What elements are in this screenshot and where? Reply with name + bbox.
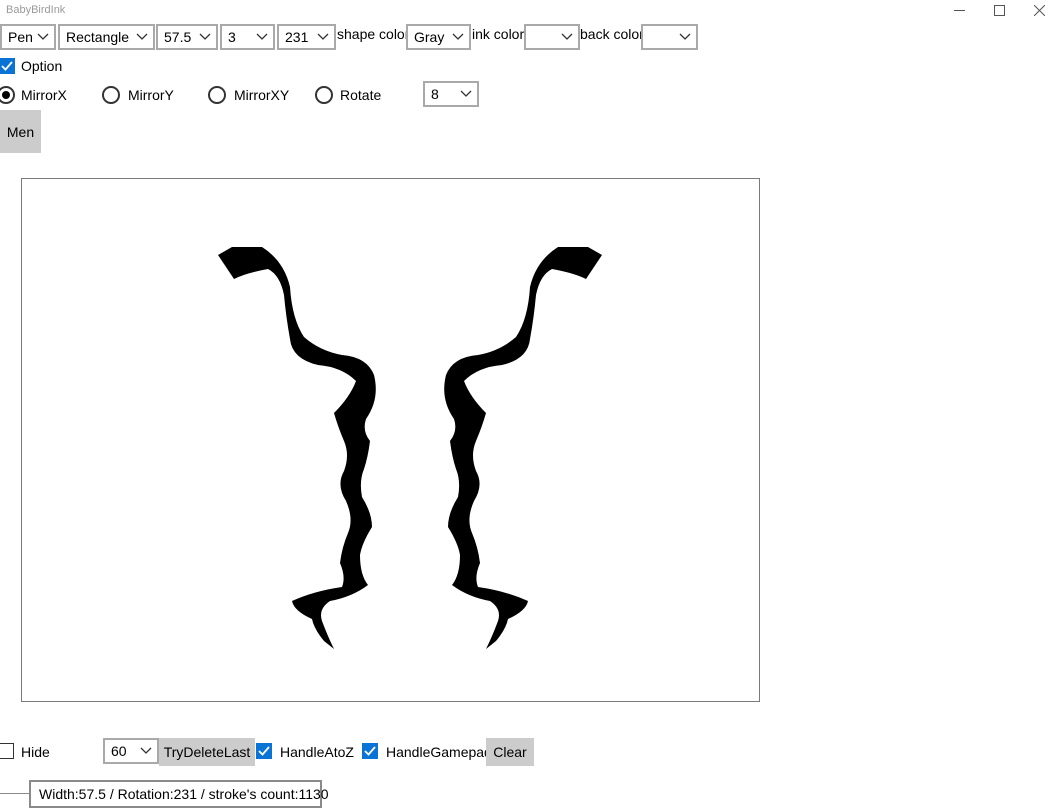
radio-mirrorxy[interactable] bbox=[208, 86, 226, 104]
menu-button[interactable]: Men bbox=[0, 110, 41, 153]
ink-stroke-right bbox=[444, 247, 602, 649]
ink-color-label: ink color bbox=[472, 26, 525, 42]
ink-canvas[interactable] bbox=[21, 178, 760, 702]
shape-select[interactable]: Rectangle bbox=[58, 24, 155, 50]
chevron-down-icon bbox=[251, 26, 273, 48]
radio-rotate[interactable] bbox=[315, 86, 333, 104]
count-select[interactable]: 3 bbox=[220, 24, 275, 50]
chevron-down-icon bbox=[674, 26, 696, 48]
clear-button[interactable]: Clear bbox=[486, 738, 534, 766]
minimize-icon bbox=[953, 4, 965, 19]
chevron-down-icon bbox=[194, 26, 216, 48]
chevron-down-icon bbox=[32, 26, 54, 48]
handle-gamepad-label: HandleGamepad bbox=[386, 744, 492, 760]
ink-stroke-left bbox=[218, 247, 376, 649]
shape-color-label: shape color bbox=[337, 26, 410, 42]
ink-color-select[interactable] bbox=[524, 24, 580, 50]
chevron-down-icon bbox=[447, 26, 469, 48]
status-text: Width:57.5 / Rotation:231 / stroke's cou… bbox=[29, 780, 329, 808]
handle-gamepad-checkbox[interactable] bbox=[362, 743, 378, 759]
shape-color-select[interactable]: Gray bbox=[406, 24, 471, 50]
title-bar: BabyBirdInk bbox=[0, 0, 1052, 22]
maximize-icon bbox=[993, 4, 1005, 19]
checkmark-icon bbox=[1, 61, 13, 71]
handle-atoz-checkbox[interactable] bbox=[256, 743, 272, 759]
rotate-label: Rotate bbox=[340, 87, 382, 103]
back-color-label: back color bbox=[580, 26, 644, 42]
rotate-count-select[interactable]: 8 bbox=[423, 81, 479, 107]
option-checkbox[interactable] bbox=[0, 58, 15, 74]
chevron-down-icon bbox=[131, 26, 153, 48]
handle-atoz-label: HandleAtoZ bbox=[280, 744, 354, 760]
option-label: Option bbox=[21, 58, 63, 74]
chevron-down-icon bbox=[455, 83, 477, 105]
close-button[interactable] bbox=[1016, 0, 1052, 22]
app-title: BabyBirdInk bbox=[6, 4, 66, 16]
chevron-down-icon bbox=[312, 26, 334, 48]
chevron-down-icon bbox=[135, 740, 157, 762]
radio-mirrorx[interactable] bbox=[0, 86, 15, 104]
try-delete-last-button[interactable]: TryDeleteLast bbox=[159, 738, 255, 766]
radio-mirrory[interactable] bbox=[102, 86, 120, 104]
checkmark-icon bbox=[364, 746, 376, 756]
back-color-select[interactable] bbox=[641, 24, 698, 50]
rotation-select[interactable]: 231 bbox=[277, 24, 336, 50]
tool-select[interactable]: Pen bbox=[0, 24, 56, 50]
close-icon bbox=[1033, 4, 1045, 19]
radio-selected-dot bbox=[2, 91, 10, 99]
interval-select[interactable]: 60 bbox=[103, 738, 159, 764]
chevron-down-icon bbox=[556, 26, 578, 48]
checkmark-icon bbox=[258, 746, 270, 756]
mirrorx-label: MirrorX bbox=[21, 87, 67, 103]
mirrorxy-label: MirrorXY bbox=[234, 87, 290, 103]
status-divider bbox=[0, 793, 29, 794]
hide-label: Hide bbox=[21, 744, 50, 760]
width-select[interactable]: 57.5 bbox=[156, 24, 218, 50]
hide-checkbox[interactable] bbox=[0, 743, 14, 759]
mirrory-label: MirrorY bbox=[128, 87, 174, 103]
